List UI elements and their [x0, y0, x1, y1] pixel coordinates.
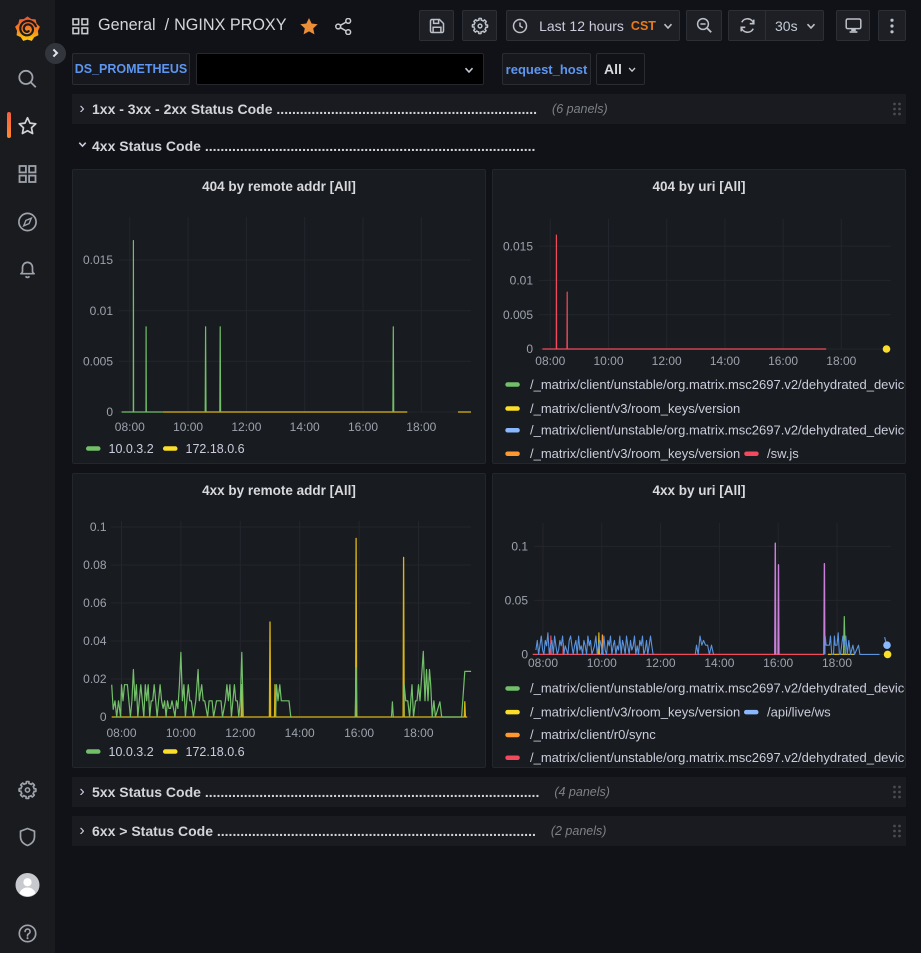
svg-text:10:00: 10:00: [587, 656, 617, 670]
svg-text:/_matrix/client/v3/room_keys/v: /_matrix/client/v3/room_keys/version: [530, 401, 740, 416]
svg-text:16:00: 16:00: [348, 420, 378, 434]
svg-text:0.005: 0.005: [83, 355, 113, 369]
svg-text:08:00: 08:00: [535, 354, 565, 368]
svg-text:0: 0: [106, 405, 113, 419]
svg-text:0.05: 0.05: [505, 594, 529, 608]
svg-text:10:00: 10:00: [166, 726, 196, 740]
svg-text:0.02: 0.02: [83, 672, 107, 686]
svg-text:08:00: 08:00: [115, 420, 145, 434]
svg-text:0.04: 0.04: [83, 634, 107, 648]
svg-text:14:00: 14:00: [285, 726, 315, 740]
svg-text:10.0.3.2: 10.0.3.2: [109, 745, 154, 759]
svg-text:172.18.0.6: 172.18.0.6: [186, 442, 245, 456]
svg-text:14:00: 14:00: [290, 420, 320, 434]
svg-text:/_matrix/client/unstable/org.m: /_matrix/client/unstable/org.matrix.msc2…: [530, 681, 905, 696]
svg-text:/_matrix/client/r0/sync: /_matrix/client/r0/sync: [530, 727, 656, 742]
svg-text:/_matrix/client/unstable/org.m: /_matrix/client/unstable/org.matrix.msc2…: [530, 423, 905, 438]
svg-text:/api/live/ws: /api/live/ws: [767, 704, 831, 719]
svg-text:12:00: 12:00: [646, 656, 676, 670]
svg-text:0.015: 0.015: [83, 253, 113, 267]
svg-text:0.01: 0.01: [510, 274, 534, 288]
svg-text:12:00: 12:00: [225, 726, 255, 740]
svg-text:/_matrix/client/unstable/org.m: /_matrix/client/unstable/org.matrix.msc2…: [530, 377, 905, 392]
svg-text:16:00: 16:00: [763, 656, 793, 670]
svg-text:172.18.0.6: 172.18.0.6: [186, 745, 245, 759]
svg-text:16:00: 16:00: [344, 726, 374, 740]
svg-text:10:00: 10:00: [173, 420, 203, 434]
svg-text:0.1: 0.1: [511, 540, 528, 554]
svg-text:0.06: 0.06: [83, 596, 107, 610]
svg-text:10.0.3.2: 10.0.3.2: [109, 442, 154, 456]
svg-text:08:00: 08:00: [528, 656, 558, 670]
svg-text:0.08: 0.08: [83, 558, 107, 572]
svg-text:12:00: 12:00: [231, 420, 261, 434]
svg-text:0.015: 0.015: [503, 239, 533, 253]
svg-text:16:00: 16:00: [768, 354, 798, 368]
svg-text:0.005: 0.005: [503, 308, 533, 322]
svg-text:/_matrix/client/v3/room_keys/v: /_matrix/client/v3/room_keys/version: [530, 446, 740, 461]
svg-text:14:00: 14:00: [710, 354, 740, 368]
svg-text:18:00: 18:00: [403, 726, 433, 740]
svg-text:18:00: 18:00: [406, 420, 436, 434]
svg-text:0: 0: [100, 710, 107, 724]
svg-text:18:00: 18:00: [822, 656, 852, 670]
svg-text:/_matrix/client/v3/room_keys/v: /_matrix/client/v3/room_keys/version: [530, 704, 740, 719]
svg-text:0: 0: [526, 342, 533, 356]
svg-text:0.1: 0.1: [90, 520, 107, 534]
svg-text:14:00: 14:00: [704, 656, 734, 670]
svg-text:18:00: 18:00: [826, 354, 856, 368]
svg-text:/_matrix/client/unstable/org.m: /_matrix/client/unstable/org.matrix.msc2…: [530, 750, 905, 765]
svg-text:0.01: 0.01: [90, 304, 114, 318]
svg-text:08:00: 08:00: [106, 726, 136, 740]
svg-text:10:00: 10:00: [593, 354, 623, 368]
svg-text:12:00: 12:00: [652, 354, 682, 368]
svg-text:/sw.js: /sw.js: [767, 446, 799, 461]
